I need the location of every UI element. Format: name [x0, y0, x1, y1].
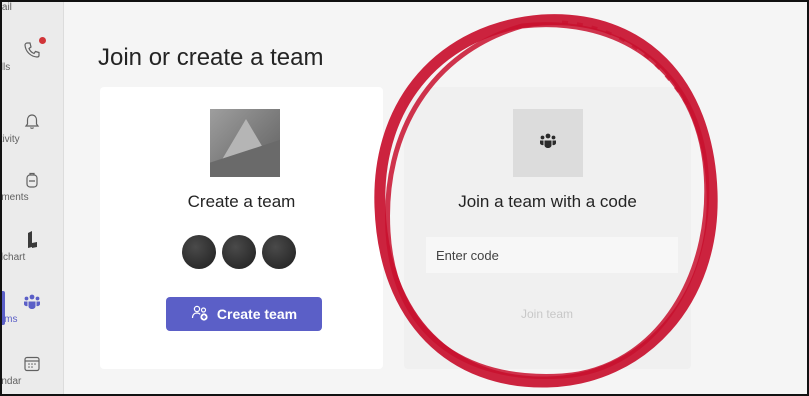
avatar [262, 235, 296, 269]
join-team-card[interactable]: Join a team with a code Join team [404, 87, 691, 369]
rail-item-label: alendar [1, 376, 22, 387]
rail-item-label: Teams [0, 314, 18, 325]
create-team-image [210, 109, 280, 177]
avatar [222, 235, 256, 269]
create-team-title: Create a team [187, 192, 296, 211]
teams-icon [538, 131, 558, 156]
rail-item-activity[interactable]: Activity [2, 110, 62, 166]
join-team-image [513, 109, 583, 177]
rail-item-label: Activity [0, 134, 20, 145]
bell-icon [22, 112, 42, 132]
backpack-icon [22, 170, 42, 190]
team-code-input[interactable] [426, 237, 678, 273]
rail-item-label: ignments [1, 192, 29, 203]
create-team-button[interactable]: Create team [166, 297, 322, 331]
create-team-button-label: Create team [216, 306, 298, 322]
join-team-button[interactable]: Join team [488, 297, 606, 331]
page-title: Join or create a team [98, 44, 324, 71]
teams-icon [22, 292, 42, 312]
app-rail: email Calls Activity ignments [0, 2, 64, 394]
calendar-icon [22, 354, 42, 374]
lucidchart-icon [22, 230, 42, 250]
rail-item-lucidchart[interactable]: icidchart [2, 228, 62, 284]
rail-item-assignments[interactable]: ignments [2, 168, 62, 224]
rail-item-label: Calls [0, 62, 11, 73]
rail-item-calls[interactable]: Calls [0, 37, 62, 94]
rail-item-label: icidchart [2, 252, 26, 263]
add-people-icon [191, 304, 209, 325]
rail-item-teams[interactable]: Teams [2, 290, 62, 346]
rail-item-calendar[interactable]: alendar [1, 352, 62, 394]
avatar [182, 235, 216, 269]
notification-badge [39, 37, 46, 44]
rail-item-label: email [1, 2, 12, 13]
main-content: Join or create a team Create a team Crea… [65, 2, 807, 394]
phone-icon [22, 37, 46, 60]
create-team-card[interactable]: Create a team Create team [100, 87, 383, 369]
app-window: email Calls Activity ignments [0, 0, 809, 396]
join-team-title: Join a team with a code [458, 192, 637, 211]
avatar-group [182, 235, 296, 269]
